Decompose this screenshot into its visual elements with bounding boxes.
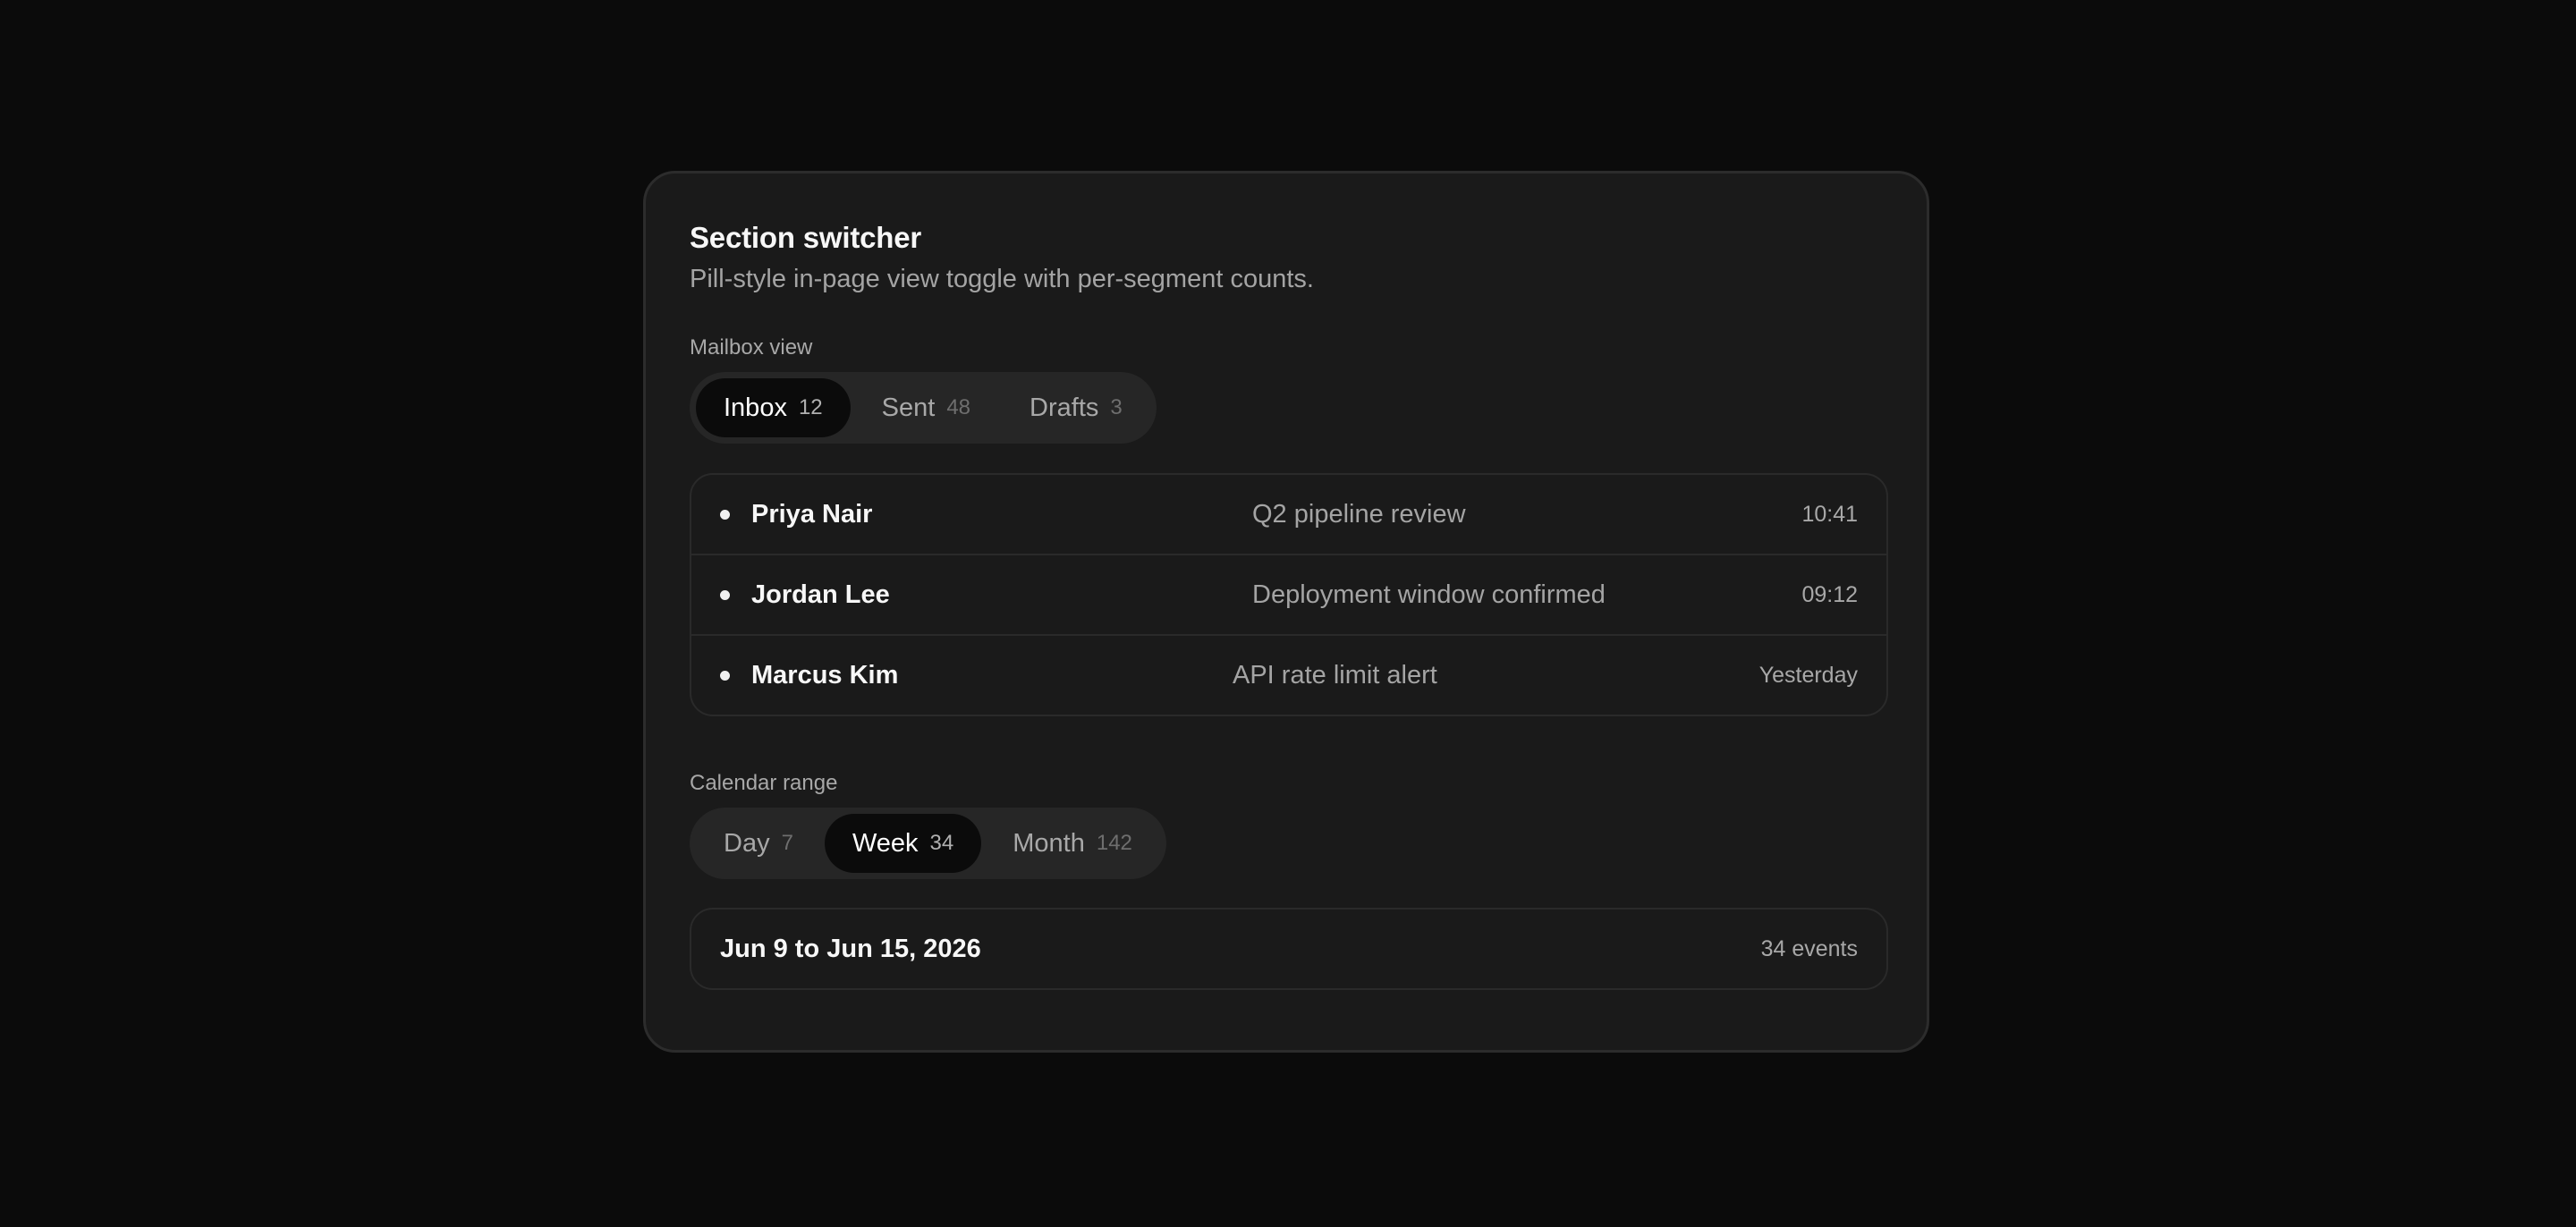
tab-inbox-count: 12 — [798, 395, 823, 419]
tab-week-label: Week — [852, 828, 919, 858]
message-row[interactable]: Priya Nair Q2 pipeline review 10:41 — [691, 475, 1886, 555]
unread-dot-icon — [720, 589, 730, 600]
message-sender: Jordan Lee — [751, 580, 890, 609]
date-range-summary: Jun 9 to Jun 15, 2026 34 events — [690, 908, 1888, 990]
tab-inbox[interactable]: Inbox 12 — [696, 378, 851, 437]
message-time: Yesterday — [1758, 662, 1858, 688]
message-list: Priya Nair Q2 pipeline review 10:41 Jord… — [690, 473, 1888, 716]
unread-dot-icon — [720, 670, 730, 681]
tab-drafts-count: 3 — [1110, 395, 1123, 419]
tab-day[interactable]: Day 7 — [696, 814, 821, 873]
card-subtitle: Pill-style in-page view toggle with per-… — [690, 265, 1314, 293]
tab-month-count: 142 — [1096, 831, 1132, 855]
message-subject: Q2 pipeline review — [1252, 499, 1466, 529]
message-subject: API rate limit alert — [1233, 660, 1437, 690]
message-time: 10:41 — [1801, 501, 1858, 527]
tab-sent-label: Sent — [881, 393, 936, 422]
tab-week[interactable]: Week 34 — [824, 814, 982, 873]
card-title: Section switcher — [690, 221, 922, 254]
tab-month[interactable]: Month 142 — [985, 814, 1160, 873]
tab-month-label: Month — [1013, 828, 1085, 858]
tab-drafts[interactable]: Drafts 3 — [1002, 378, 1150, 437]
message-row[interactable]: Jordan Lee Deployment window confirmed 0… — [691, 555, 1886, 636]
tab-drafts-label: Drafts — [1030, 393, 1099, 422]
tab-week-count: 34 — [929, 831, 954, 855]
calendar-segmented-control: Day 7 Week 34 Month 142 — [690, 808, 1166, 879]
date-range-text: Jun 9 to Jun 15, 2026 — [720, 934, 981, 963]
calendar-range-label: Calendar range — [690, 771, 838, 795]
event-count: 34 events — [1760, 935, 1858, 961]
section-switcher-card: Section switcher Pill-style in-page view… — [643, 171, 1929, 1053]
tab-day-label: Day — [724, 828, 770, 858]
tab-inbox-label: Inbox — [724, 393, 787, 422]
message-subject: Deployment window confirmed — [1252, 580, 1606, 609]
tab-sent[interactable]: Sent 48 — [854, 378, 998, 437]
tab-day-count: 7 — [781, 831, 793, 855]
message-time: 09:12 — [1801, 581, 1858, 607]
tab-sent-count: 48 — [946, 395, 971, 419]
mailbox-segmented-control: Inbox 12 Sent 48 Drafts 3 — [690, 372, 1157, 444]
message-row[interactable]: Marcus Kim API rate limit alert Yesterda… — [691, 636, 1886, 715]
mailbox-view-label: Mailbox view — [690, 335, 813, 360]
message-sender: Priya Nair — [751, 499, 873, 529]
message-sender: Marcus Kim — [751, 660, 899, 690]
unread-dot-icon — [720, 509, 730, 520]
